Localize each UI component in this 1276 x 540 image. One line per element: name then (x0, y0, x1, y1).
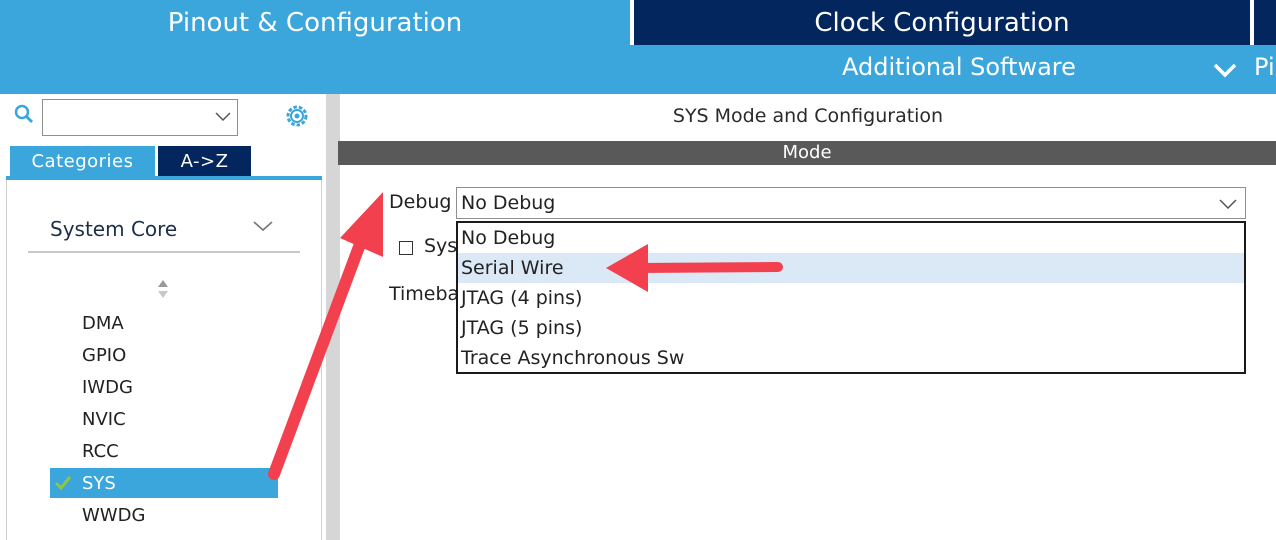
debug-dropdown-list: No Debug Serial Wire JTAG (4 pins) JTAG … (456, 221, 1246, 374)
tab-a-to-z[interactable]: A->Z (158, 146, 251, 176)
tab-pinout-label: Pinout & Configuration (167, 7, 463, 38)
option-label: JTAG (4 pins) (461, 287, 583, 309)
tab-clock-configuration[interactable]: Clock Configuration (632, 0, 1250, 45)
tab-pinout-configuration[interactable]: Pinout & Configuration (0, 0, 630, 45)
list-item-label: NVIC (82, 408, 126, 430)
tab-clock-label: Clock Configuration (814, 7, 1070, 38)
list-item-label: RCC (82, 440, 119, 462)
gear-icon[interactable] (285, 104, 309, 128)
list-item-wwdg[interactable]: WWDG (50, 500, 278, 530)
debug-select-value: No Debug (461, 192, 556, 214)
tab-categories[interactable]: Categories (10, 146, 155, 176)
list-item-dma[interactable]: DMA (50, 308, 278, 338)
option-jtag-4-pins[interactable]: JTAG (4 pins) (458, 283, 1244, 313)
list-item-label: IWDG (82, 376, 133, 398)
group-system-core[interactable]: System Core (50, 217, 177, 241)
check-icon (54, 476, 72, 491)
list-item-label: WWDG (82, 504, 146, 526)
page-title: SYS Mode and Configuration (672, 105, 944, 127)
sys-checkbox[interactable] (399, 241, 413, 255)
debug-label: Debug (389, 191, 452, 213)
list-item-iwdg[interactable]: IWDG (50, 372, 278, 402)
list-item-rcc[interactable]: RCC (50, 436, 278, 466)
sort-icon[interactable] (156, 279, 170, 299)
list-item-sys[interactable]: SYS (50, 468, 278, 498)
option-jtag-5-pins[interactable]: JTAG (5 pins) (458, 313, 1244, 343)
list-item-label: DMA (82, 312, 124, 334)
list-item-label: GPIO (82, 344, 127, 366)
list-item-gpio[interactable]: GPIO (50, 340, 278, 370)
tab-additional-software[interactable]: Additional Software (842, 53, 1076, 81)
option-label: No Debug (461, 227, 556, 249)
search-icon[interactable] (14, 104, 34, 124)
mode-section-header: Mode (338, 141, 1276, 165)
tab-pinout-view-cut[interactable]: Pi (1254, 53, 1275, 81)
option-serial-wire[interactable]: Serial Wire (458, 253, 1244, 283)
chevron-down-icon[interactable] (1219, 199, 1237, 209)
option-no-debug[interactable]: No Debug (458, 223, 1244, 253)
tab-categories-label: Categories (31, 150, 134, 172)
option-trace-async[interactable]: Trace Asynchronous Sw (458, 343, 1244, 373)
sys-checkbox-label: Syst (424, 235, 456, 257)
option-label: Serial Wire (461, 257, 564, 279)
secondary-tab-bar: Additional Software Pi (0, 45, 1276, 94)
chevron-down-icon[interactable] (1212, 61, 1238, 79)
debug-select[interactable]: No Debug (456, 187, 1246, 219)
timebase-label: Timebase (389, 283, 456, 305)
group-divider (28, 251, 300, 253)
option-label: JTAG (5 pins) (461, 317, 583, 339)
chevron-down-icon[interactable] (252, 220, 274, 232)
chevron-down-icon[interactable] (215, 112, 231, 122)
option-label: Trace Asynchronous Sw (461, 347, 685, 369)
search-input[interactable] (42, 99, 238, 136)
tab-az-label: A->Z (180, 150, 229, 172)
list-item-nvic[interactable]: NVIC (50, 404, 278, 434)
tab-overflow[interactable] (1252, 0, 1276, 45)
list-item-label: SYS (82, 472, 116, 494)
